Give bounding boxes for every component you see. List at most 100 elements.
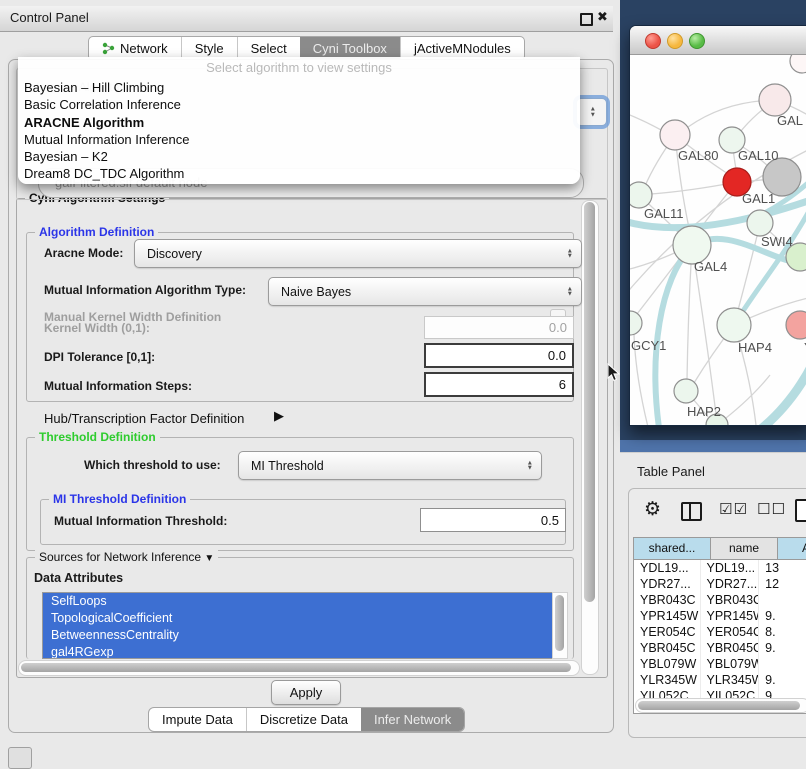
- dropdown-prompt: Select algorithm to view settings: [18, 57, 580, 79]
- maximize-window-icon[interactable]: [689, 33, 705, 49]
- algorithm-option[interactable]: Bayesian – Hill Climbing: [18, 79, 580, 96]
- cell-value[interactable]: [759, 656, 806, 672]
- tab-infer-network[interactable]: Infer Network: [361, 708, 464, 731]
- attribute-item-selected[interactable]: SelfLoops: [43, 593, 553, 610]
- cell-value[interactable]: [759, 592, 806, 608]
- deselect-all-checkboxes-icon[interactable]: ☐☐: [757, 500, 786, 518]
- cell-name[interactable]: YDR27...: [701, 576, 760, 592]
- new-table-icon[interactable]: [795, 499, 806, 522]
- cell-name[interactable]: YBR043C: [701, 592, 760, 608]
- tab-impute-data[interactable]: Impute Data: [149, 708, 246, 731]
- settings-vertical-scrollbar[interactable]: [581, 200, 599, 675]
- table-row[interactable]: YDL19...YDL19...13: [634, 560, 806, 576]
- table-row[interactable]: YPR145WYPR145W9.: [634, 608, 806, 624]
- cell-shared[interactable]: YDR27...: [634, 576, 701, 592]
- cell-name[interactable]: YPR145W: [701, 608, 760, 624]
- cell-name[interactable]: YBL079W: [701, 656, 760, 672]
- aracne-mode-combobox[interactable]: Discovery ▲▼: [134, 239, 582, 268]
- node-label: HAP2: [687, 404, 721, 419]
- kernel-width-field[interactable]: 0.0: [424, 316, 574, 339]
- close-panel-icon[interactable]: ✖: [597, 9, 608, 25]
- attribute-item-selected[interactable]: BetweennessCentrality: [43, 627, 553, 644]
- mi-steps-value: 6: [559, 377, 566, 392]
- float-window-icon[interactable]: [580, 13, 593, 26]
- vertical-scrollbar-thumb[interactable]: [584, 202, 595, 602]
- node-gal2[interactable]: [759, 84, 791, 116]
- cell-shared[interactable]: YBR045C: [634, 640, 701, 656]
- table-horizontal-scrollbar[interactable]: [635, 698, 806, 713]
- which-threshold-combobox[interactable]: MI Threshold ▲▼: [238, 451, 542, 480]
- network-window-titlebar[interactable]: [630, 26, 806, 55]
- cell-name[interactable]: YLR345W: [701, 672, 760, 688]
- mi-type-label: Mutual Information Algorithm Type:: [44, 283, 246, 297]
- node-hap4[interactable]: [717, 308, 751, 342]
- column-header-clipped[interactable]: A: [778, 538, 806, 560]
- column-header-name[interactable]: name: [711, 538, 778, 560]
- attributes-scrollbar-thumb[interactable]: [555, 595, 564, 651]
- cell-name[interactable]: YER054C: [701, 624, 760, 640]
- cell-value[interactable]: 12: [759, 576, 806, 592]
- algorithm-definition-title: Algorithm Definition: [35, 225, 158, 239]
- close-window-icon[interactable]: [645, 33, 661, 49]
- algorithm-combobox-stepper[interactable]: ▲▼: [576, 98, 607, 126]
- cell-value[interactable]: 9.: [759, 640, 806, 656]
- cell-value[interactable]: 9.: [759, 672, 806, 688]
- cell-shared[interactable]: YER054C: [634, 624, 701, 640]
- hub-section-label[interactable]: Hub/Transcription Factor Definition: [44, 411, 244, 426]
- settings-horizontal-scrollbar[interactable]: [18, 660, 580, 676]
- table-row[interactable]: YBR045CYBR045C9.: [634, 640, 806, 656]
- cell-shared[interactable]: YBR043C: [634, 592, 701, 608]
- table-row[interactable]: YBR043CYBR043C: [634, 592, 806, 608]
- expand-arrow-icon[interactable]: ▶: [274, 408, 284, 424]
- node-hap2[interactable]: [674, 379, 698, 403]
- cell-shared[interactable]: YDL19...: [634, 560, 701, 576]
- algorithm-option[interactable]: Basic Correlation Inference: [18, 96, 580, 113]
- table-row[interactable]: YLR345WYLR345W9.: [634, 672, 806, 688]
- network-icon: [102, 42, 115, 55]
- table-row[interactable]: YER054CYER054C8.: [634, 624, 806, 640]
- which-threshold-label: Which threshold to use:: [84, 458, 221, 472]
- network-view-window[interactable]: GAL GAL80 GAL10 GAL1 GAL11 GAL4 SWI4 GCY…: [629, 25, 806, 426]
- table-scrollbar-thumb[interactable]: [638, 701, 800, 710]
- mouse-cursor: [607, 363, 620, 382]
- node-gal11[interactable]: [630, 182, 652, 208]
- gear-icon[interactable]: ⚙: [644, 498, 661, 521]
- apply-button[interactable]: Apply: [271, 680, 341, 705]
- cell-value[interactable]: 8.: [759, 624, 806, 640]
- select-all-checkboxes-icon[interactable]: ☑☑: [719, 500, 748, 518]
- node-swi4[interactable]: [747, 210, 773, 236]
- tab-discretize-data[interactable]: Discretize Data: [246, 708, 361, 731]
- dpi-tolerance-field[interactable]: 0.0: [424, 343, 574, 368]
- algorithm-option[interactable]: Bayesian – K2: [18, 148, 580, 165]
- table-row[interactable]: YDR27...YDR27...12: [634, 576, 806, 592]
- attribute-item-selected[interactable]: gal4RGexp: [43, 644, 553, 659]
- cell-name[interactable]: YBR045C: [701, 640, 760, 656]
- minimize-window-icon[interactable]: [667, 33, 683, 49]
- node-gal80[interactable]: [660, 120, 690, 150]
- column-header-shared-name[interactable]: shared...: [634, 538, 711, 560]
- mi-type-combobox[interactable]: Naive Bayes ▲▼: [268, 277, 582, 306]
- columns-icon[interactable]: [681, 502, 702, 521]
- table-row[interactable]: YBL079WYBL079W: [634, 656, 806, 672]
- cell-shared[interactable]: YBL079W: [634, 656, 701, 672]
- mi-threshold-field[interactable]: 0.5: [420, 508, 566, 532]
- collapsed-panel-button[interactable]: [8, 747, 32, 769]
- cell-shared[interactable]: YLR345W: [634, 672, 701, 688]
- sources-group-title[interactable]: Sources for Network Inference ▼: [35, 550, 218, 564]
- horizontal-scrollbar-thumb[interactable]: [21, 663, 571, 672]
- node-salmon[interactable]: [786, 311, 806, 339]
- node-unlabeled[interactable]: [790, 55, 806, 73]
- node-gcy1[interactable]: [630, 311, 642, 335]
- mi-steps-field[interactable]: 6: [424, 372, 574, 397]
- algorithm-option-selected[interactable]: ARACNE Algorithm: [18, 114, 580, 131]
- algorithm-option[interactable]: Dream8 DC_TDC Algorithm: [18, 165, 580, 182]
- cell-value[interactable]: 9.: [759, 608, 806, 624]
- algorithm-option[interactable]: Mutual Information Inference: [18, 131, 580, 148]
- columns-icon-divider: [689, 504, 691, 519]
- cell-value[interactable]: 13: [759, 560, 806, 576]
- cell-shared[interactable]: YPR145W: [634, 608, 701, 624]
- network-canvas[interactable]: GAL GAL80 GAL10 GAL1 GAL11 GAL4 SWI4 GCY…: [630, 55, 806, 425]
- attribute-item-selected[interactable]: TopologicalCoefficient: [43, 610, 553, 627]
- cell-name[interactable]: YDL19...: [701, 560, 760, 576]
- attributes-list-scrollbar[interactable]: [552, 592, 568, 659]
